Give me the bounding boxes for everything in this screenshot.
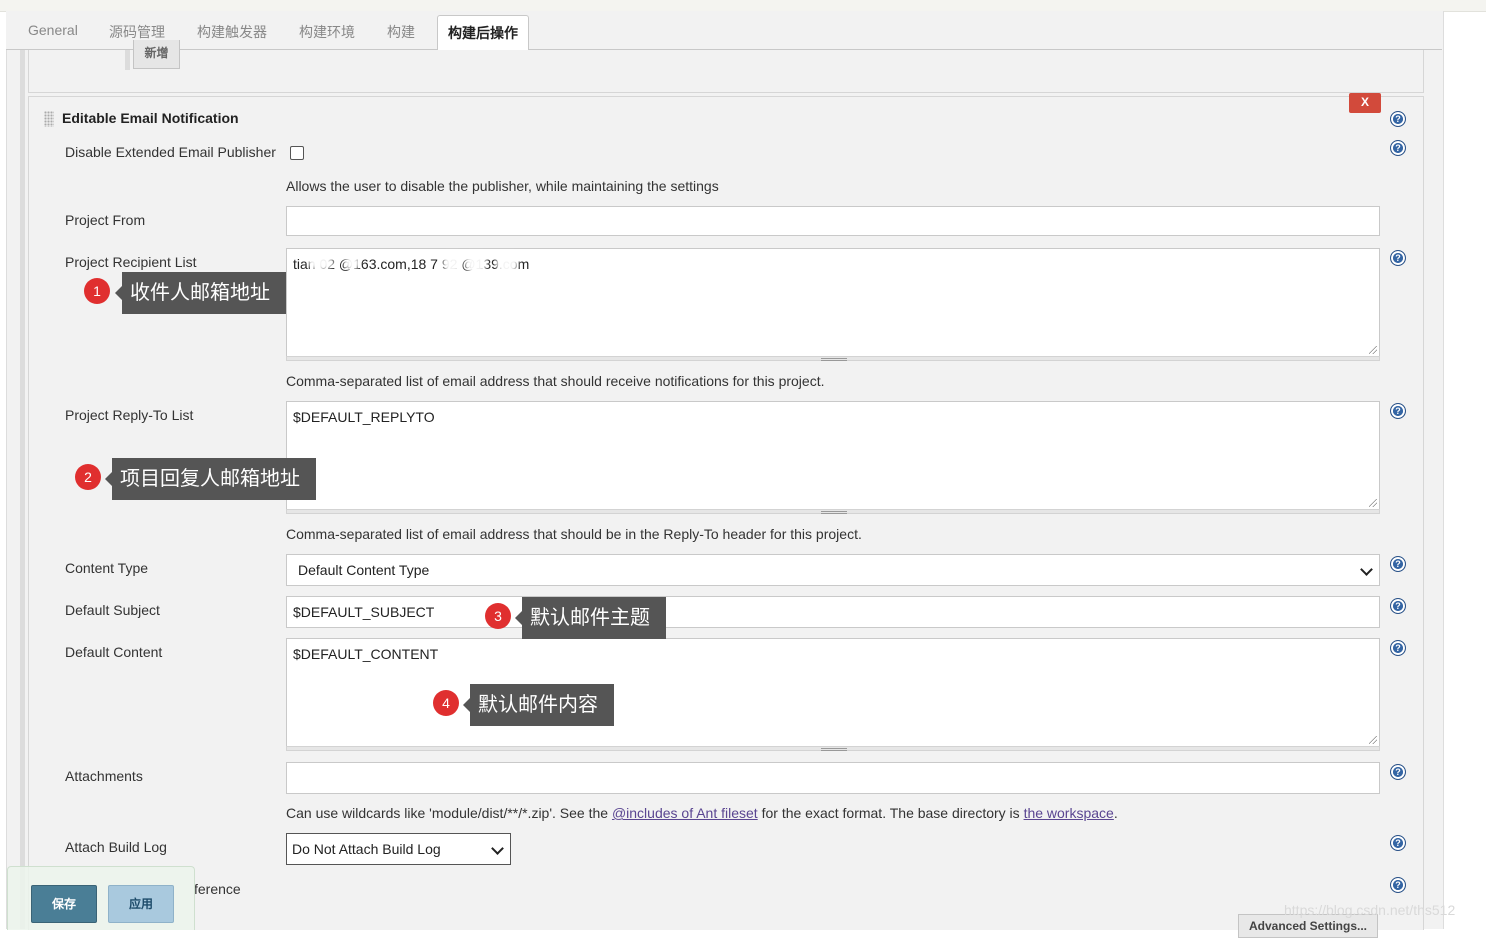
callout-recipient: 收件人邮箱地址 (115, 272, 286, 314)
textarea-resize-bar[interactable] (286, 356, 1380, 361)
apply-button[interactable]: 应用 (108, 885, 174, 923)
content-type-select[interactable]: Default Content Type (286, 554, 1380, 586)
help-icon[interactable]: ? (1390, 598, 1406, 614)
section-title: Editable Email Notification (62, 110, 239, 126)
help-icon-glyph: ? (1393, 767, 1403, 777)
reply-to-description: Comma-separated list of email address th… (286, 526, 862, 542)
help-icon-glyph: ? (1393, 253, 1403, 263)
help-icon[interactable]: ? (1390, 835, 1406, 851)
help-icon-glyph: ? (1393, 559, 1403, 569)
tab-source-management[interactable]: 源码管理 (109, 22, 165, 42)
help-icon-glyph: ? (1393, 406, 1403, 416)
tab-post-build-actions[interactable]: 构建后操作 (437, 15, 529, 51)
drag-handle-icon[interactable] (44, 111, 54, 127)
callout-badge: 2 (75, 464, 101, 490)
redaction-blur (465, 252, 487, 274)
help-icon[interactable]: ? (1390, 403, 1406, 419)
help-icon-glyph: ? (1393, 880, 1403, 890)
help-icon-glyph: ? (1393, 601, 1403, 611)
redaction-blur (344, 256, 360, 270)
disable-publisher-label: Disable Extended Email Publisher (65, 144, 276, 160)
recipient-list-description: Comma-separated list of email address th… (286, 373, 825, 389)
previous-section (28, 50, 1424, 93)
callout-subject: 默认邮件主题 (515, 597, 666, 639)
recipient-list-label: Project Recipient List (65, 254, 197, 270)
attachments-description: Can use wildcards like 'module/dist/**/*… (286, 805, 1118, 821)
config-tabs: General 源码管理 构建触发器 构建环境 构建 构建后操作 (6, 11, 1442, 51)
attachments-desc-suffix: . (1113, 805, 1118, 821)
chevron-down-icon (1360, 563, 1373, 576)
chevron-down-icon (491, 842, 504, 855)
add-button[interactable]: 新增 (133, 40, 180, 69)
redaction-blur (546, 256, 556, 268)
add-bar (125, 50, 130, 70)
default-content-value: $DEFAULT_CONTENT (293, 646, 439, 662)
section-left-bar (20, 50, 25, 929)
content-type-label: Content Type (65, 560, 149, 576)
help-icon[interactable]: ? (1390, 877, 1406, 893)
attachments-desc-prefix: Can use wildcards like 'module/dist/**/*… (286, 805, 612, 821)
disable-publisher-checkbox[interactable] (290, 146, 304, 160)
textarea-resize-bar[interactable] (286, 746, 1380, 751)
callout-content: 默认邮件内容 (463, 684, 614, 726)
help-icon-glyph: ? (1393, 643, 1403, 653)
resize-grip-icon[interactable] (1369, 499, 1377, 507)
callout-badge: 4 (433, 690, 459, 716)
resize-grip-icon[interactable] (1369, 346, 1377, 354)
callout-reply-to: 项目回复人邮箱地址 (105, 458, 316, 500)
redaction-blur (496, 252, 518, 274)
help-icon[interactable]: ? (1390, 140, 1406, 156)
disable-publisher-description: Allows the user to disable the publisher… (286, 178, 719, 194)
attachments-desc-mid: for the exact format. The base directory… (757, 805, 1024, 821)
help-icon[interactable]: ? (1390, 250, 1406, 266)
tab-build-environment[interactable]: 构建环境 (299, 22, 355, 42)
reply-to-label: Project Reply-To List (65, 407, 194, 423)
redaction-blur (308, 256, 334, 270)
help-icon[interactable]: ? (1390, 111, 1406, 127)
redaction-blur (443, 252, 461, 274)
attach-build-log-label: Attach Build Log (65, 839, 167, 855)
reply-to-value: $DEFAULT_REPLYTO (293, 409, 435, 425)
tab-build-triggers[interactable]: 构建触发器 (197, 22, 267, 42)
project-from-input[interactable] (286, 206, 1380, 236)
tab-general[interactable]: General (28, 22, 78, 38)
help-icon[interactable]: ? (1390, 640, 1406, 656)
attachments-input[interactable] (286, 762, 1380, 794)
content-type-value: Default Content Type (298, 562, 430, 578)
help-icon-glyph: ? (1393, 114, 1403, 124)
callout-badge: 3 (485, 603, 511, 629)
default-subject-input[interactable]: $DEFAULT_SUBJECT (286, 596, 1380, 628)
tab-build[interactable]: 构建 (387, 22, 415, 42)
resize-grip-icon[interactable] (1369, 736, 1377, 744)
workspace-link[interactable]: the workspace (1024, 805, 1114, 821)
help-icon[interactable]: ? (1390, 764, 1406, 780)
help-icon[interactable]: ? (1390, 556, 1406, 572)
help-icon-glyph: ? (1393, 143, 1403, 153)
delete-section-button[interactable]: X (1349, 93, 1381, 113)
help-icon-glyph: ? (1393, 838, 1403, 848)
textarea-resize-bar[interactable] (286, 509, 1380, 514)
content-token-reference-label: ference (194, 881, 241, 897)
ant-fileset-link[interactable]: @includes of Ant fileset (612, 805, 758, 821)
project-from-label: Project From (65, 212, 146, 228)
save-button[interactable]: 保存 (31, 885, 97, 923)
reply-to-textarea[interactable]: $DEFAULT_REPLYTO (286, 401, 1380, 510)
attach-build-log-select[interactable]: Do Not Attach Build Log (286, 833, 511, 865)
default-subject-label: Default Subject (65, 602, 160, 618)
attachments-label: Attachments (65, 768, 143, 784)
attach-build-log-value: Do Not Attach Build Log (292, 841, 441, 857)
callout-badge: 1 (84, 278, 110, 304)
default-content-label: Default Content (65, 644, 163, 660)
watermark-text: https://blog.csdn.net/ths512 (1284, 902, 1456, 918)
